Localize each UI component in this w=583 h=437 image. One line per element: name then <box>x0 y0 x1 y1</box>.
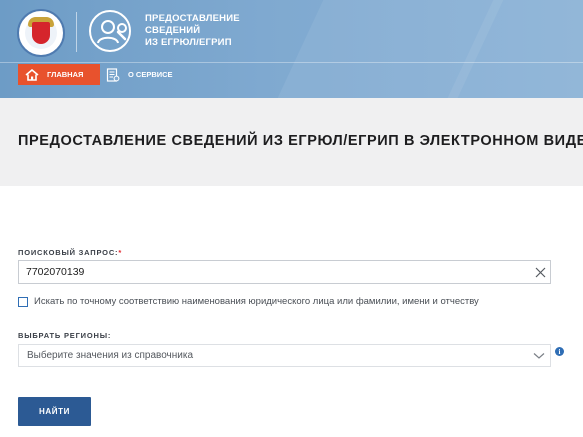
document-icon <box>106 67 120 82</box>
fns-emblem-icon[interactable] <box>17 9 65 57</box>
header-title-line: СВЕДЕНИЙ <box>145 25 201 36</box>
header-title-line: ИЗ ЕГРЮЛ/ЕГРИП <box>145 37 232 48</box>
page-title: ПРЕДОСТАВЛЕНИЕ СВЕДЕНИЙ ИЗ ЕГРЮЛ/ЕГРИП В… <box>18 133 583 149</box>
exact-match-label[interactable]: Искать по точному соответствию наименова… <box>34 296 479 307</box>
header-title: ПРЕДОСТАВЛЕНИЕ СВЕДЕНИЙ ИЗ ЕГРЮЛ/ЕГРИП <box>145 13 275 49</box>
close-icon[interactable] <box>535 267 546 278</box>
nav-about-label: О СЕРВИСЕ <box>128 70 173 79</box>
home-icon <box>25 68 39 81</box>
regions-select-placeholder: Выберите значения из справочника <box>27 350 194 361</box>
site-header: ПРЕДОСТАВЛЕНИЕ СВЕДЕНИЙ ИЗ ЕГРЮЛ/ЕГРИП Г… <box>0 0 583 98</box>
header-divider <box>76 12 77 52</box>
main-nav: ГЛАВНАЯ О СЕРВИСЕ <box>0 62 583 86</box>
search-field[interactable] <box>18 260 551 284</box>
required-mark: * <box>118 248 123 257</box>
regions-select[interactable]: Выберите значения из справочника <box>18 344 551 367</box>
find-button[interactable]: НАЙТИ <box>18 397 91 426</box>
header-title-line: ПРЕДОСТАВЛЕНИЕ <box>145 13 240 24</box>
search-label: ПОИСКОВЫЙ ЗАПРОС:* <box>18 248 122 257</box>
info-icon[interactable]: i <box>555 347 564 356</box>
nav-home-button[interactable]: ГЛАВНАЯ <box>18 64 100 85</box>
nav-about-button[interactable]: О СЕРВИСЕ <box>106 64 186 85</box>
regions-label: ВЫБРАТЬ РЕГИОНЫ: <box>18 331 112 340</box>
chevron-down-icon[interactable] <box>533 352 545 360</box>
search-input[interactable] <box>19 261 519 283</box>
shield-icon <box>32 22 50 44</box>
user-wrench-icon <box>89 10 131 52</box>
nav-home-label: ГЛАВНАЯ <box>47 70 84 79</box>
exact-match-checkbox[interactable] <box>18 297 28 307</box>
search-label-text: ПОИСКОВЫЙ ЗАПРОС: <box>18 248 119 257</box>
